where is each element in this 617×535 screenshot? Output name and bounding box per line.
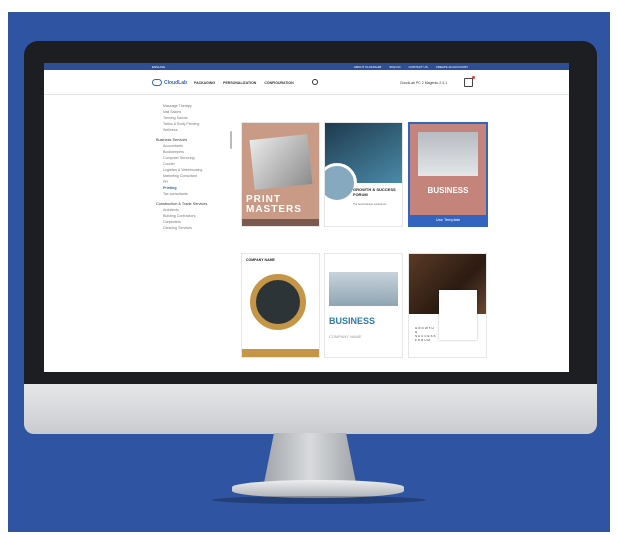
template-card-selected[interactable]: BUSINESS Use Template	[408, 122, 488, 227]
template-title: BUSINESS	[329, 316, 376, 326]
search-icon[interactable]	[312, 79, 318, 85]
category-sidebar: Massage Therapy Nail Salons Tanning Salo…	[156, 103, 231, 231]
top-bar: ENGLISH ABOUT CLOUDLAB SIGN IN CONTACT U…	[44, 63, 569, 70]
logo[interactable]: CloudLab	[152, 79, 187, 86]
cart-icon[interactable]	[464, 76, 475, 87]
sidebar-item[interactable]: Wellness	[156, 127, 231, 133]
header: CloudLab PACKAGING PERSONALIZATION CONFI…	[44, 70, 569, 95]
sign-in-link[interactable]: SIGN IN	[389, 65, 400, 69]
template-title: GROWTH & SUCCESS FORUM	[415, 326, 437, 342]
create-account-link[interactable]: CREATE AN ACCOUNT	[436, 65, 468, 69]
about-link[interactable]: ABOUT CLOUDLAB	[354, 65, 381, 69]
use-template-button[interactable]: Use Template	[410, 215, 486, 225]
template-band	[242, 349, 319, 357]
template-image	[249, 134, 313, 190]
template-card[interactable]: GROWTH & SUCCESS FORUM	[408, 253, 487, 358]
template-card[interactable]: COMPANY NAME	[241, 253, 320, 358]
top-links: ABOUT CLOUDLAB SIGN IN CONTACT US CREATE…	[354, 65, 468, 69]
sidebar-item[interactable]: Cleaning Services	[156, 225, 231, 231]
template-subtitle: COMPANY NAME	[329, 334, 362, 339]
sidebar-item[interactable]: Tax consultants	[156, 191, 231, 197]
cloud-icon	[152, 79, 162, 86]
template-card[interactable]: PRINT MASTERS	[241, 122, 320, 227]
template-title: BUSINESS	[427, 186, 469, 195]
account-label[interactable]: CloudLab PC 2 Magento 2.4.1	[400, 81, 447, 85]
nav-packaging[interactable]: PACKAGING	[194, 81, 215, 85]
main-nav: PACKAGING PERSONALIZATION CONFIGURATION	[194, 81, 294, 85]
monitor-chin	[24, 384, 597, 434]
nav-personalization[interactable]: PERSONALIZATION	[223, 81, 256, 85]
cart-badge	[472, 76, 475, 79]
template-image	[418, 132, 478, 176]
template-subtitle: The best business conference	[353, 203, 387, 206]
template-image	[329, 272, 398, 306]
template-label: COMPANY NAME	[246, 258, 275, 262]
template-image-circle	[325, 163, 357, 203]
template-card[interactable]: BUSINESS COMPANY NAME	[324, 253, 403, 358]
contact-link[interactable]: CONTACT US	[408, 65, 427, 69]
logo-text: CloudLab	[164, 79, 188, 86]
screen: ENGLISH ABOUT CLOUDLAB SIGN IN CONTACT U…	[44, 63, 569, 372]
template-strip	[242, 219, 319, 226]
sidebar-scrollbar[interactable]	[230, 131, 232, 149]
template-image-ring	[250, 274, 306, 330]
template-card[interactable]: GROWTH & SUCCESS FORUM The best business…	[324, 122, 403, 227]
monitor-shadow	[212, 496, 426, 504]
template-paper	[439, 290, 477, 340]
template-title: GROWTH & SUCCESS FORUM	[353, 187, 396, 197]
nav-configuration[interactable]: CONFIGURATION	[264, 81, 293, 85]
template-title: PRINT MASTERS	[246, 194, 302, 215]
monitor-stand	[264, 433, 356, 483]
language-selector[interactable]: ENGLISH	[152, 65, 165, 69]
